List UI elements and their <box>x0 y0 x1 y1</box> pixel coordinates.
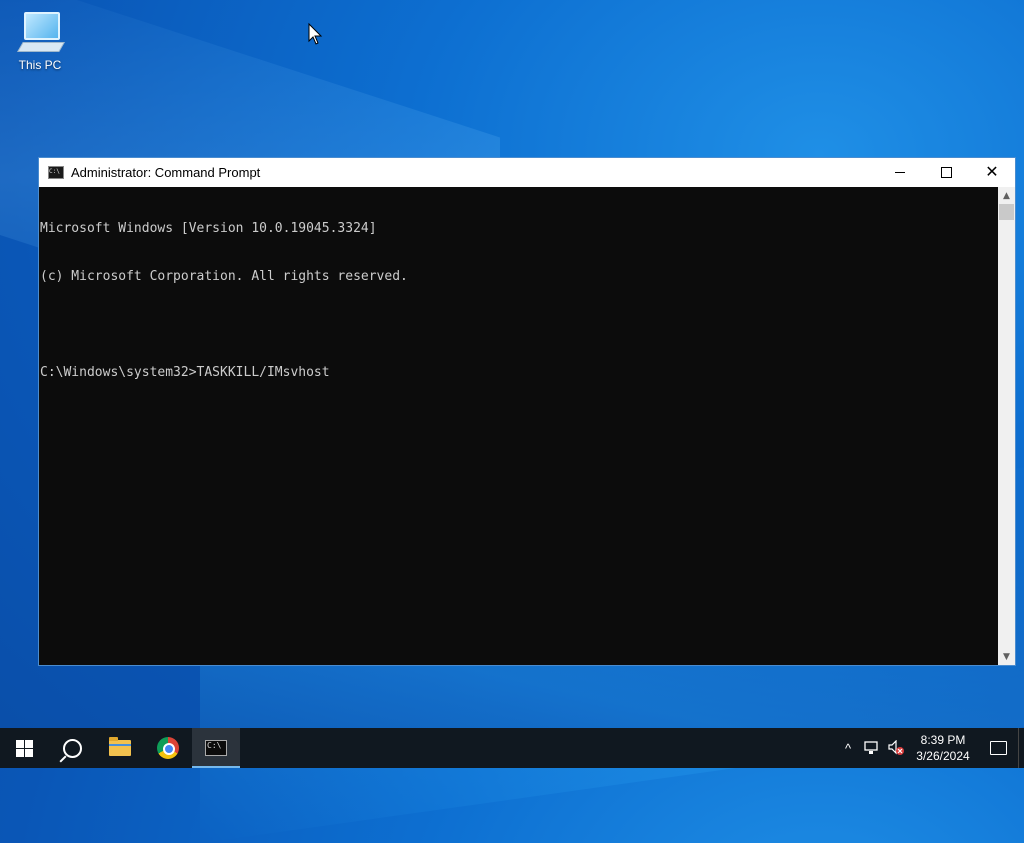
search-button[interactable] <box>48 728 96 768</box>
desktop-icon-label: This PC <box>18 58 62 72</box>
chrome-icon <box>157 737 179 759</box>
system-tray: ^ 8:39 PM 3/26/2024 <box>836 728 1024 768</box>
show-desktop-button[interactable] <box>1018 728 1024 768</box>
chevron-down-icon: ▼ <box>1003 651 1010 662</box>
taskbar-google-chrome[interactable] <box>144 728 192 768</box>
taskbar-command-prompt[interactable]: C:\ <box>192 728 240 768</box>
windows-logo-icon <box>15 739 33 757</box>
scroll-thumb[interactable] <box>999 204 1014 220</box>
minimize-icon <box>895 172 905 173</box>
command-prompt-icon: C:\ <box>48 166 64 179</box>
action-center-button[interactable] <box>978 728 1018 768</box>
command-prompt-window[interactable]: C:\ Administrator: Command Prompt ✕ Micr… <box>38 157 1016 666</box>
show-hidden-icons-button[interactable]: ^ <box>836 728 860 768</box>
vertical-scrollbar[interactable]: ▲ ▼ <box>998 187 1015 665</box>
chevron-up-icon: ^ <box>844 740 852 756</box>
maximize-icon <box>940 167 952 178</box>
clock[interactable]: 8:39 PM 3/26/2024 <box>908 732 978 764</box>
folder-icon <box>109 737 131 756</box>
command-prompt-icon: C:\ <box>205 740 227 756</box>
maximize-button[interactable] <box>923 158 969 187</box>
scroll-down-button[interactable]: ▼ <box>998 648 1015 665</box>
console-output[interactable]: Microsoft Windows [Version 10.0.19045.33… <box>39 187 999 665</box>
clock-time: 8:39 PM <box>920 733 966 747</box>
taskbar: C:\ ^ 8:39 PM 3/26/2024 <box>0 728 1024 768</box>
start-button[interactable] <box>0 728 48 768</box>
window-titlebar[interactable]: C:\ Administrator: Command Prompt ✕ <box>39 158 1015 187</box>
taskbar-file-explorer[interactable] <box>96 728 144 768</box>
this-pc-icon <box>17 10 65 56</box>
network-button[interactable] <box>860 728 884 768</box>
close-icon: ✕ <box>985 163 999 181</box>
console-prompt-line[interactable]: C:\Windows\system32>TASKKILL/IMsvhost <box>40 365 999 381</box>
volume-button[interactable] <box>884 728 908 768</box>
desktop-icon-this-pc[interactable]: This PC <box>12 8 68 72</box>
volume-muted-icon <box>888 740 904 755</box>
console-line: (c) Microsoft Corporation. All rights re… <box>40 269 408 284</box>
chevron-up-icon: ▲ <box>1003 190 1010 201</box>
notification-icon <box>989 741 1007 755</box>
window-title: Administrator: Command Prompt <box>71 165 261 180</box>
close-button[interactable]: ✕ <box>969 158 1015 187</box>
console-line: Microsoft Windows [Version 10.0.19045.33… <box>40 221 377 236</box>
mouse-cursor-icon <box>308 22 323 45</box>
network-icon <box>864 741 878 754</box>
search-icon <box>62 738 82 758</box>
scroll-up-button[interactable]: ▲ <box>998 187 1015 204</box>
clock-date: 3/26/2024 <box>916 749 970 763</box>
minimize-button[interactable] <box>877 158 923 187</box>
